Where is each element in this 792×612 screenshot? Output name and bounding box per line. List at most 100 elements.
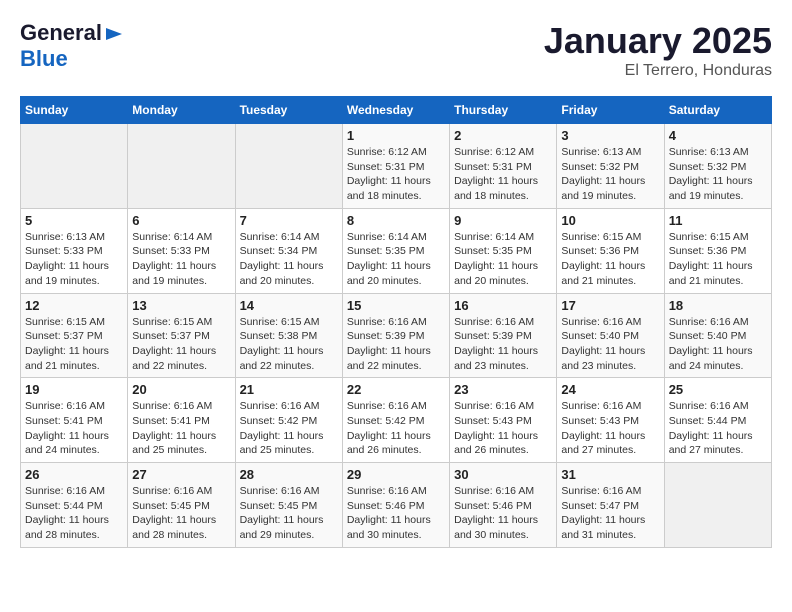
calendar-week-row: 26Sunrise: 6:16 AMSunset: 5:44 PMDayligh… (21, 463, 772, 548)
calendar-week-row: 19Sunrise: 6:16 AMSunset: 5:41 PMDayligh… (21, 378, 772, 463)
day-info-text: Sunrise: 6:16 AM (347, 399, 445, 414)
calendar-day-cell: 28Sunrise: 6:16 AMSunset: 5:45 PMDayligh… (235, 463, 342, 548)
day-info-text: Sunrise: 6:14 AM (347, 230, 445, 245)
day-info-text: Daylight: 11 hours and 28 minutes. (132, 513, 230, 542)
day-info-text: Sunset: 5:47 PM (561, 499, 659, 514)
day-info-text: Sunrise: 6:16 AM (561, 484, 659, 499)
day-number: 9 (454, 213, 552, 228)
day-number: 2 (454, 128, 552, 143)
day-info-text: Daylight: 11 hours and 19 minutes. (669, 174, 767, 203)
day-info-text: Sunset: 5:39 PM (347, 329, 445, 344)
day-info-text: Daylight: 11 hours and 26 minutes. (347, 429, 445, 458)
day-info-text: Sunrise: 6:16 AM (454, 399, 552, 414)
calendar-day-cell: 14Sunrise: 6:15 AMSunset: 5:38 PMDayligh… (235, 293, 342, 378)
day-info-text: Daylight: 11 hours and 19 minutes. (25, 259, 123, 288)
day-info-text: Daylight: 11 hours and 19 minutes. (561, 174, 659, 203)
calendar-day-cell: 17Sunrise: 6:16 AMSunset: 5:40 PMDayligh… (557, 293, 664, 378)
day-info-text: Sunrise: 6:16 AM (25, 484, 123, 499)
day-info-text: Sunset: 5:31 PM (347, 160, 445, 175)
day-number: 7 (240, 213, 338, 228)
calendar-day-cell: 31Sunrise: 6:16 AMSunset: 5:47 PMDayligh… (557, 463, 664, 548)
day-number: 15 (347, 298, 445, 313)
day-info-text: Daylight: 11 hours and 25 minutes. (240, 429, 338, 458)
day-number: 30 (454, 467, 552, 482)
day-info-text: Sunset: 5:42 PM (347, 414, 445, 429)
day-info-text: Sunset: 5:39 PM (454, 329, 552, 344)
day-info-text: Sunrise: 6:16 AM (669, 315, 767, 330)
day-info-text: Daylight: 11 hours and 22 minutes. (240, 344, 338, 373)
day-info-text: Sunrise: 6:16 AM (454, 484, 552, 499)
calendar-day-cell: 3 Sunrise: 6:13 AMSunset: 5:32 PMDaylight… (557, 124, 664, 209)
day-number: 31 (561, 467, 659, 482)
day-info-text: Sunrise: 6:13 AM (561, 145, 659, 160)
day-info-text: Daylight: 11 hours and 19 minutes. (132, 259, 230, 288)
calendar-day-cell: 20Sunrise: 6:16 AMSunset: 5:41 PMDayligh… (128, 378, 235, 463)
logo-general: General (20, 20, 102, 46)
day-of-week-header: Friday (557, 97, 664, 124)
day-info-text: Daylight: 11 hours and 21 minutes. (669, 259, 767, 288)
day-info-text: Sunset: 5:42 PM (240, 414, 338, 429)
day-info-text: Sunrise: 6:15 AM (669, 230, 767, 245)
day-info-text: Sunrise: 6:16 AM (347, 484, 445, 499)
day-number: 5 (25, 213, 123, 228)
day-info-text: Daylight: 11 hours and 26 minutes. (454, 429, 552, 458)
day-info-text: Sunset: 5:31 PM (454, 160, 552, 175)
day-info-text: Daylight: 11 hours and 27 minutes. (561, 429, 659, 458)
day-info-text: Sunrise: 6:12 AM (347, 145, 445, 160)
day-number: 21 (240, 382, 338, 397)
day-number: 12 (25, 298, 123, 313)
day-info-text: Daylight: 11 hours and 20 minutes. (240, 259, 338, 288)
day-info-text: Daylight: 11 hours and 25 minutes. (132, 429, 230, 458)
day-info-text: Sunrise: 6:16 AM (347, 315, 445, 330)
day-info-text: Sunrise: 6:16 AM (25, 399, 123, 414)
calendar-header-row: SundayMondayTuesdayWednesdayThursdayFrid… (21, 97, 772, 124)
day-info-text: Sunset: 5:32 PM (669, 160, 767, 175)
day-info-text: Daylight: 11 hours and 23 minutes. (561, 344, 659, 373)
day-info-text: Daylight: 11 hours and 18 minutes. (454, 174, 552, 203)
day-info-text: Sunset: 5:37 PM (25, 329, 123, 344)
day-info-text: Daylight: 11 hours and 18 minutes. (347, 174, 445, 203)
calendar-day-cell: 4Sunrise: 6:13 AMSunset: 5:32 PMDaylight… (664, 124, 771, 209)
calendar-day-cell: 15Sunrise: 6:16 AMSunset: 5:39 PMDayligh… (342, 293, 449, 378)
day-number: 18 (669, 298, 767, 313)
day-info-text: Sunrise: 6:16 AM (454, 315, 552, 330)
calendar-day-cell: 19Sunrise: 6:16 AMSunset: 5:41 PMDayligh… (21, 378, 128, 463)
calendar-day-cell (128, 124, 235, 209)
day-info-text: Daylight: 11 hours and 21 minutes. (561, 259, 659, 288)
day-info-text: Sunrise: 6:16 AM (132, 484, 230, 499)
day-number: 6 (132, 213, 230, 228)
calendar-day-cell: 30Sunrise: 6:16 AMSunset: 5:46 PMDayligh… (450, 463, 557, 548)
day-info-text: Sunrise: 6:16 AM (561, 399, 659, 414)
calendar-day-cell: 1Sunrise: 6:12 AMSunset: 5:31 PMDaylight… (342, 124, 449, 209)
day-number: 16 (454, 298, 552, 313)
day-info-text: Daylight: 11 hours and 24 minutes. (669, 344, 767, 373)
logo: General Blue (20, 20, 124, 72)
day-number: 4 (669, 128, 767, 143)
day-info-text: Sunset: 5:38 PM (240, 329, 338, 344)
day-number: 3 (561, 128, 659, 143)
day-info-text: Sunrise: 6:15 AM (25, 315, 123, 330)
day-info-text: Sunset: 5:46 PM (347, 499, 445, 514)
day-info-text: Sunset: 5:40 PM (669, 329, 767, 344)
day-of-week-header: Tuesday (235, 97, 342, 124)
day-number: 23 (454, 382, 552, 397)
day-info-text: Sunrise: 6:14 AM (454, 230, 552, 245)
day-info-text: Sunrise: 6:15 AM (240, 315, 338, 330)
day-number: 27 (132, 467, 230, 482)
day-info-text: Sunrise: 6:15 AM (132, 315, 230, 330)
day-info-text: Sunset: 5:46 PM (454, 499, 552, 514)
day-info-text: Daylight: 11 hours and 28 minutes. (25, 513, 123, 542)
day-info-text: Sunset: 5:45 PM (240, 499, 338, 514)
calendar-day-cell: 6Sunrise: 6:14 AMSunset: 5:33 PMDaylight… (128, 208, 235, 293)
day-info-text: Sunrise: 6:16 AM (132, 399, 230, 414)
day-info-text: Sunrise: 6:12 AM (454, 145, 552, 160)
day-info-text: Sunset: 5:43 PM (561, 414, 659, 429)
title-block: January 2025 El Terrero, Honduras (544, 20, 772, 80)
day-info-text: Sunrise: 6:16 AM (240, 484, 338, 499)
day-info-text: Daylight: 11 hours and 20 minutes. (454, 259, 552, 288)
calendar-table: SundayMondayTuesdayWednesdayThursdayFrid… (20, 96, 772, 548)
day-info-text: Sunset: 5:32 PM (561, 160, 659, 175)
calendar-week-row: 5Sunrise: 6:13 AMSunset: 5:33 PMDaylight… (21, 208, 772, 293)
day-number: 20 (132, 382, 230, 397)
day-number: 11 (669, 213, 767, 228)
